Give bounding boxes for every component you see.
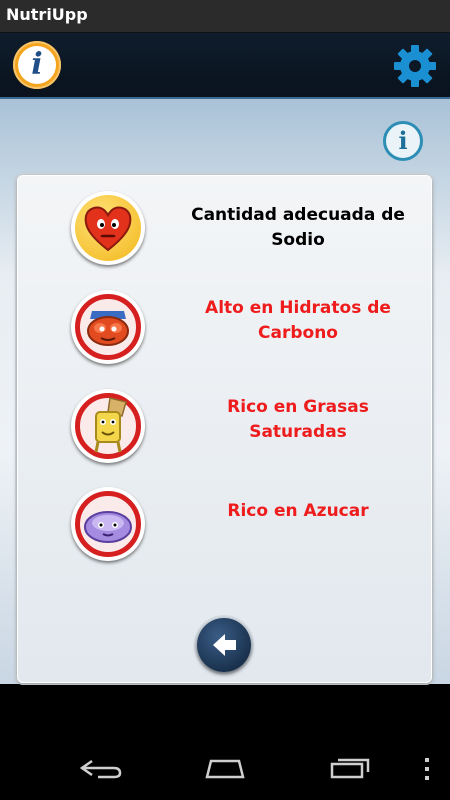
list-item[interactable]: Rico en Grasas Saturadas <box>18 381 433 471</box>
info-button[interactable]: i <box>13 41 61 89</box>
item-label: Alto en Hidratos de Carbono <box>205 298 391 343</box>
list-item[interactable]: Rico en Azucar <box>18 479 433 569</box>
item-label: Rico en Azucar <box>227 501 369 521</box>
main-content: i Cantidad adecuada de Sodio Alto en Hid… <box>0 99 450 684</box>
heart-mascot-icon <box>71 191 145 265</box>
bread-mascot-icon <box>71 290 145 364</box>
item-label: Rico en Grasas Saturadas <box>227 397 369 442</box>
candy-mascot-icon <box>71 487 145 561</box>
info-icon[interactable]: i <box>383 121 423 161</box>
app-title: NutriUpp <box>6 5 88 24</box>
back-button[interactable] <box>197 618 251 672</box>
nutrition-panel: Cantidad adecuada de Sodio Alto en Hidra… <box>17 175 432 683</box>
back-nav-icon[interactable] <box>78 757 122 779</box>
list-item[interactable]: Alto en Hidratos de Carbono <box>18 282 433 372</box>
recents-nav-icon[interactable] <box>330 757 372 779</box>
list-item[interactable]: Cantidad adecuada de Sodio <box>18 183 433 273</box>
fries-mascot-icon <box>71 389 145 463</box>
gear-icon[interactable] <box>392 43 438 89</box>
info-icon: i <box>18 46 56 84</box>
home-nav-icon[interactable] <box>201 759 249 779</box>
overflow-menu-icon[interactable] <box>422 757 432 781</box>
arrow-left-icon <box>213 634 236 656</box>
system-navbar <box>0 735 450 800</box>
window-titlebar: NutriUpp <box>0 0 450 33</box>
header-bar: i <box>0 33 450 99</box>
item-label: Cantidad adecuada de Sodio <box>191 205 405 250</box>
